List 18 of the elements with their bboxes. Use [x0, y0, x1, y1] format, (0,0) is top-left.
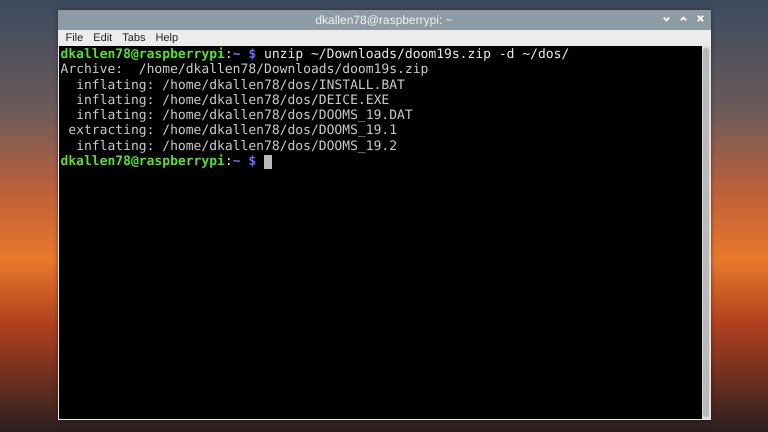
- prompt-line: dkallen78@raspberrypi:~ $: [60, 154, 700, 170]
- menu-item[interactable]: Help: [151, 32, 182, 44]
- output-line: Archive: /home/dkallen78/Downloads/doom19s.zip: [60, 62, 430, 78]
- output-line: inflating: /home/dkallen78/dos/DOOMS_19.DAT: [75, 108, 414, 124]
- scrollbar-thumb[interactable]: [702, 48, 708, 417]
- maximize-icon[interactable]: [678, 14, 688, 23]
- menu-item[interactable]: Edit: [89, 32, 116, 44]
- menu-item[interactable]: Tabs: [118, 32, 150, 44]
- close-icon[interactable]: [696, 14, 704, 23]
- output-line: inflating: /home/dkallen78/dos/DOOMS_19.2: [75, 138, 398, 154]
- output-line: inflating: /home/dkallen78/dos/INSTALL.BAT: [75, 78, 406, 93]
- menu-item[interactable]: File: [62, 32, 88, 44]
- output-line: extracting: /home/dkallen78/dos/DOOMS_19.1: [67, 123, 398, 139]
- minimize-icon[interactable]: [662, 14, 670, 23]
- output-line: inflating: /home/dkallen78/dos/DEICE.EXE: [75, 92, 390, 108]
- window-title: dkallen78@raspberrypi: ~: [315, 13, 453, 27]
- scrollbar[interactable]: [702, 46, 710, 419]
- prompt-line: dkallen78@raspberrypi:~ $ unzip ~/Downloads/doom19s.zip -d ~/dos/: [60, 47, 570, 62]
